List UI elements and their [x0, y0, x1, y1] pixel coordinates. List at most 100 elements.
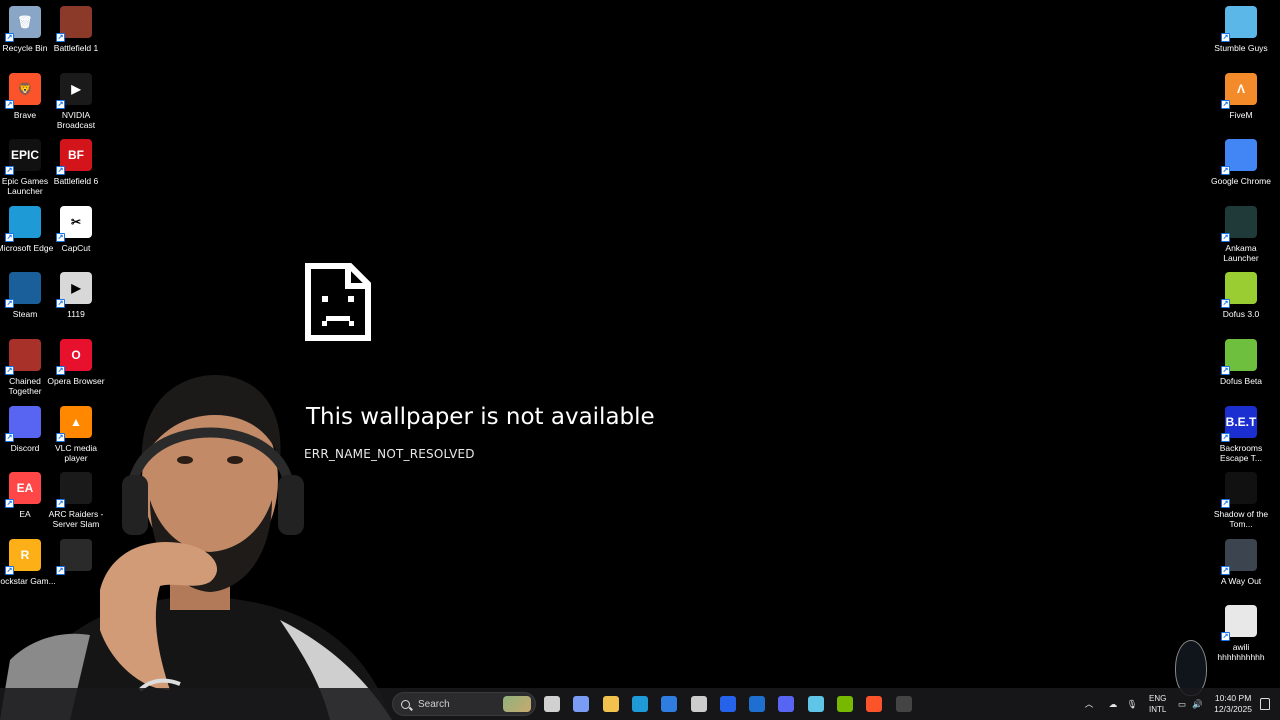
desktop-icon-nvidia-broadcast[interactable]: ▶ ↗ NVIDIA Broadcast [45, 73, 107, 130]
dofus-beta-icon: ↗ [1221, 339, 1257, 375]
system-tray: ︿ ☁ 🎙 [1082, 688, 1140, 720]
shortcut-arrow-icon: ↗ [56, 166, 65, 175]
steam-icon: ↗ [5, 272, 41, 308]
desktop-icon-label: FiveM [1229, 110, 1253, 120]
desktop-icon-capcut[interactable]: ✂ ↗ CapCut [45, 206, 107, 253]
discord-taskbar-icon[interactable] [778, 696, 795, 712]
desktop-icon-a-way-out[interactable]: ↗ A Way Out [1210, 539, 1272, 586]
battlefield-6-icon: BF ↗ [56, 139, 92, 175]
fivem-icon: Λ ↗ [1221, 73, 1257, 109]
desktop-icon-label: awili hhhhhhhhhh [1217, 642, 1265, 662]
epic-games-icon: EPIC ↗ [5, 139, 41, 175]
desktop-icon-backrooms[interactable]: B.E.T ↗ Backrooms Escape T... [1210, 406, 1272, 463]
shortcut-arrow-icon: ↗ [1221, 33, 1230, 42]
clock-time: 10:40 PM [1214, 693, 1252, 703]
app-blue-icon[interactable] [719, 696, 736, 712]
shortcut-arrow-icon: ↗ [5, 233, 14, 242]
shortcut-arrow-icon: ↗ [5, 100, 14, 109]
search-icon [401, 699, 410, 709]
desktop-icon-battlefield-1[interactable]: ↗ Battlefield 1 [45, 6, 107, 53]
desktop-icon-chrome[interactable]: ↗ Google Chrome [1210, 139, 1272, 186]
dofus-icon: ↗ [1221, 272, 1257, 308]
shortcut-arrow-icon: ↗ [1221, 233, 1230, 242]
desktop-icon-label: Backrooms Escape T... [1219, 443, 1263, 463]
shortcut-arrow-icon: ↗ [5, 299, 14, 308]
clock-date: 12/3/2025 [1214, 704, 1252, 714]
desktop-icon-label: Google Chrome [1210, 176, 1271, 186]
keyboard-layout: INTL [1149, 705, 1167, 714]
shortcut-arrow-icon: ↗ [56, 299, 65, 308]
desktop-icon-label: Dofus Beta [1219, 376, 1263, 386]
sad-file-icon [305, 263, 371, 341]
language-code: ENG [1149, 694, 1167, 703]
search-highlight-image [503, 696, 531, 712]
desktop-icon-shadow-tomb-raider[interactable]: ↗ Shadow of the Tom... [1210, 472, 1272, 529]
text-document-icon: ↗ [1221, 605, 1257, 641]
battlefield-1-icon: ↗ [56, 6, 92, 42]
edge-taskbar-icon[interactable] [631, 696, 648, 712]
shortcut-arrow-icon: ↗ [1221, 299, 1230, 308]
taskbar: Search ︿ ☁ 🎙 ENG INTL ▭ 🔊 10:40 PM 12/3/… [0, 688, 1280, 720]
taskbar-search-box[interactable]: Search [392, 692, 536, 716]
tray-overflow-chevron-icon[interactable]: ︿ [1082, 698, 1096, 710]
network-icon: ▭ [1178, 698, 1187, 709]
status-icons[interactable]: ▭ 🔊 [1178, 688, 1206, 720]
desktop-icon-label: Brave [13, 110, 37, 120]
recycle-bin-icon: 🗑 ↗ [5, 6, 41, 42]
search-placeholder: Search [418, 698, 450, 710]
backrooms-icon: B.E.T ↗ [1221, 406, 1257, 442]
shortcut-arrow-icon: ↗ [56, 100, 65, 109]
brave-taskbar-icon[interactable] [866, 696, 883, 712]
shortcut-arrow-icon: ↗ [1221, 433, 1230, 442]
webcam-person-image [0, 375, 392, 720]
shortcut-arrow-icon: ↗ [1221, 366, 1230, 375]
notepad-icon[interactable] [807, 696, 824, 712]
desktop-icon-label: Battlefield 6 [53, 176, 99, 186]
desktop-icon-text-document[interactable]: ↗ awili hhhhhhhhhh [1210, 605, 1272, 662]
desktop-icon-label: NVIDIA Broadcast [56, 110, 96, 130]
desktop-icon-label: Stumble Guys [1214, 43, 1268, 53]
shadow-tomb-raider-icon: ↗ [1221, 472, 1257, 508]
capcut-icon: ✂ ↗ [56, 206, 92, 242]
nvidia-taskbar-icon[interactable] [837, 696, 853, 712]
outlook-icon[interactable] [749, 696, 766, 712]
shortcut-arrow-icon: ↗ [1221, 100, 1230, 109]
microphone-icon[interactable]: 🎙 [1124, 699, 1140, 710]
nvidia-broadcast-icon: ▶ ↗ [56, 73, 92, 109]
store-icon[interactable] [661, 696, 678, 712]
desktop-icon-label: A Way Out [1220, 576, 1262, 586]
shortcut-arrow-icon: ↗ [1221, 166, 1230, 175]
onedrive-icon[interactable]: ☁ [1102, 699, 1124, 710]
stumble-guys-icon: ↗ [1221, 6, 1257, 42]
language-indicator[interactable]: ENG INTL [1149, 693, 1166, 715]
desktop-icon-label: Shadow of the Tom... [1213, 509, 1269, 529]
desktop-icon-video-file[interactable]: ▶ ↗ 1119 [45, 272, 107, 319]
desktop-icon-label: Ankama Launcher [1223, 243, 1259, 263]
edge-icon: ↗ [5, 206, 41, 242]
desktop-icon-label: 1119 [67, 309, 85, 319]
desktop-icon-fivem[interactable]: Λ ↗ FiveM [1210, 73, 1272, 120]
volume-icon: 🔊 [1192, 698, 1203, 709]
copilot-icon[interactable] [573, 696, 590, 712]
desktop-icon-dofus[interactable]: ↗ Dofus 3.0 [1210, 272, 1272, 319]
desktop-icon-label: Recycle Bin [2, 43, 48, 53]
unity-icon[interactable] [690, 696, 707, 712]
task-view-icon[interactable] [544, 696, 560, 712]
shortcut-arrow-icon: ↗ [1221, 499, 1230, 508]
desktop-icon-battlefield-6[interactable]: BF ↗ Battlefield 6 [45, 139, 107, 186]
shortcut-arrow-icon: ↗ [56, 33, 65, 42]
shortcut-arrow-icon: ↗ [5, 33, 14, 42]
shortcut-arrow-icon: ↗ [1221, 566, 1230, 575]
desktop-icon-dofus-beta[interactable]: ↗ Dofus Beta [1210, 339, 1272, 386]
notification-icon[interactable] [1260, 698, 1270, 710]
video-file-icon: ▶ ↗ [56, 272, 92, 308]
desktop-icon-stumble-guys[interactable]: ↗ Stumble Guys [1210, 6, 1272, 53]
desktop-icon-ankama[interactable]: ↗ Ankama Launcher [1210, 206, 1272, 263]
brave-icon: 🦁 ↗ [5, 73, 41, 109]
obs-taskbar-icon[interactable] [895, 696, 912, 712]
desktop-icon-label: Steam [12, 309, 38, 319]
clock[interactable]: 10:40 PM 12/3/2025 [1214, 693, 1252, 715]
file-explorer-icon[interactable] [602, 696, 619, 712]
desktop-icon-label: Battlefield 1 [53, 43, 99, 53]
chrome-icon: ↗ [1221, 139, 1257, 175]
